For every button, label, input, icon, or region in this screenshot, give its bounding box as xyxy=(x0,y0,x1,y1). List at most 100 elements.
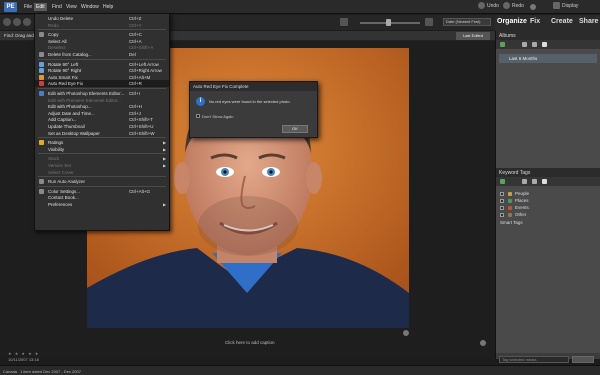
menu-item-label: Set as Desktop Wallpaper xyxy=(48,130,100,136)
menu-separator xyxy=(38,153,166,155)
menu-item-preferences[interactable]: Preferences ▶ xyxy=(35,201,169,208)
status-bar: Canada 1 item dated Dec 2007 - Dec 2007 xyxy=(0,365,600,375)
sort-button[interactable]: Last Edited xyxy=(456,32,490,40)
app-logo-icon[interactable]: PE xyxy=(4,2,17,12)
run-auto-analyzer-icon xyxy=(39,179,44,185)
thumbnail-small-icon[interactable] xyxy=(340,18,348,26)
tab-fix[interactable]: Fix xyxy=(530,18,540,25)
menu-item-shortcut: Ctrl+Shift+A xyxy=(129,45,154,51)
display-icon xyxy=(553,2,560,9)
menu-item-label: Ratings xyxy=(48,140,64,146)
keyword-checkbox[interactable] xyxy=(500,212,504,217)
menu-item-label: Color Settings... xyxy=(48,188,81,194)
status-text: 1 item dated Dec 2007 - Dec 2007 xyxy=(20,369,81,374)
keyword-tags-header[interactable]: Keyword Tags xyxy=(496,168,600,177)
keyword-checkbox[interactable] xyxy=(500,198,504,203)
menu-file[interactable]: File xyxy=(22,3,34,11)
albums-header[interactable]: Albums xyxy=(496,31,600,40)
rotate-90-right-icon xyxy=(39,68,44,74)
delete-album-icon[interactable] xyxy=(532,42,537,47)
menu-item-label: Rotate 90° Left xyxy=(48,61,79,67)
menu-item-visibility[interactable]: Visibility ▶ xyxy=(35,146,169,153)
menu-item-shortcut: Ctrl+Right Arrow xyxy=(129,68,162,74)
tab-create[interactable]: Create xyxy=(551,18,573,25)
tag-icon xyxy=(508,198,512,203)
search-icon[interactable] xyxy=(23,18,31,26)
rating-stars[interactable]: ★ ★ ★ ★ ★ xyxy=(8,351,39,356)
menu-item-auto-red-eye-fix[interactable]: Auto Red Eye Fix Ctrl+R xyxy=(35,80,169,88)
keyword-toolbar xyxy=(496,177,600,186)
menu-find[interactable]: Find xyxy=(50,3,64,11)
tag-options-icon[interactable] xyxy=(542,179,547,184)
tag-input[interactable]: Tag selected media xyxy=(499,356,569,363)
menu-item-label: Auto Smart Fix xyxy=(48,74,78,80)
menu-window[interactable]: Window xyxy=(79,3,101,11)
submenu-arrow-icon: ▶ xyxy=(163,146,167,152)
add-tag-icon[interactable] xyxy=(500,179,505,184)
menu-item-shortcut: Ctrl+J xyxy=(129,110,141,116)
undo-label: Undo xyxy=(487,2,499,9)
tab-organize[interactable]: Organize xyxy=(497,18,527,25)
submenu-arrow-icon: ▶ xyxy=(163,156,167,162)
status-left: Canada xyxy=(3,369,18,374)
camera-icon[interactable] xyxy=(530,4,536,10)
menu-item-label: Deselect xyxy=(48,45,66,51)
menu-item-redo: Redo Ctrl+Y xyxy=(35,22,169,29)
display-button[interactable]: Display xyxy=(553,2,578,9)
undo-button[interactable]: Undo xyxy=(478,2,499,9)
menu-item-delete-from-catalog[interactable]: Delete from Catalog... Del xyxy=(35,51,169,58)
keyword-item-events[interactable]: Events xyxy=(500,205,529,211)
submenu-arrow-icon: ▶ xyxy=(163,202,167,207)
menu-help[interactable]: Help xyxy=(101,3,115,11)
rotate-90-left-icon xyxy=(39,61,44,67)
add-album-icon[interactable] xyxy=(500,42,505,47)
delete-tag-icon[interactable] xyxy=(532,179,537,184)
menu-item-label: Delete from Catalog... xyxy=(48,52,92,57)
menu-separator xyxy=(38,58,166,60)
forward-icon[interactable] xyxy=(13,18,21,26)
menu-item-set-as-desktop-wallpaper[interactable]: Set as Desktop Wallpaper Ctrl+Shift+W xyxy=(35,130,169,137)
edit-with-photoshop-elements-editor-icon xyxy=(39,91,44,96)
ratings-icon xyxy=(39,140,44,146)
menu-item-shortcut: Ctrl+Shift+U xyxy=(129,124,154,129)
slider-knob[interactable] xyxy=(386,19,391,26)
menu-item-label: Undo Delete xyxy=(48,16,74,21)
menu-view[interactable]: View xyxy=(64,3,79,11)
menu-item-shortcut: Ctrl+Y xyxy=(129,22,142,28)
workspace-tabs: Organize Fix Create Share xyxy=(495,15,600,31)
apply-tag-button[interactable] xyxy=(572,356,594,363)
display-label: Display xyxy=(562,2,579,9)
keyword-item-places[interactable]: Places xyxy=(500,198,529,204)
dialog-message: No red eyes were found in the selected p… xyxy=(209,99,291,104)
keyword-item-other[interactable]: Other xyxy=(500,212,526,218)
date-sort-select[interactable]: Date (Newest First) xyxy=(443,18,491,26)
keyword-item-people[interactable]: People xyxy=(500,191,529,197)
album-item[interactable]: Last 6 Months xyxy=(499,54,597,63)
keyword-checkbox[interactable] xyxy=(500,191,504,196)
redo-button[interactable]: Redo xyxy=(503,2,524,9)
rotate-icon[interactable] xyxy=(480,340,486,346)
menu-item-label: Auto Red Eye Fix xyxy=(48,81,84,87)
menu-item-label: Edit with Photoshop... xyxy=(48,104,92,110)
smart-tags-item[interactable]: Smart Tags xyxy=(500,220,523,226)
keyword-checkbox[interactable] xyxy=(500,205,504,210)
menu-edit[interactable]: Edit xyxy=(34,3,47,11)
menu-item-shortcut: Ctrl+Alt+M xyxy=(129,74,151,80)
fullscreen-icon[interactable] xyxy=(403,330,409,336)
ok-button[interactable]: OK xyxy=(282,125,308,133)
submenu-arrow-icon: ▶ xyxy=(163,163,167,168)
album-options-icon[interactable] xyxy=(542,42,547,47)
dialog-title: Auto Red Eye Fix Complete xyxy=(190,82,317,91)
caption-hint[interactable]: Click here to add caption xyxy=(225,340,275,345)
undo-icon xyxy=(478,2,485,9)
delete-from-catalog-icon xyxy=(39,52,44,57)
tab-share[interactable]: Share xyxy=(579,18,598,25)
auto-smart-fix-icon xyxy=(39,74,44,80)
menu-item-run-auto-analyzer[interactable]: Run Auto Analyzer xyxy=(35,178,169,185)
redo-icon xyxy=(503,2,510,9)
back-icon[interactable] xyxy=(3,18,11,26)
thumbnail-large-icon[interactable] xyxy=(425,18,433,26)
edit-tag-icon[interactable] xyxy=(522,179,527,184)
dont-show-checkbox[interactable] xyxy=(196,114,200,118)
edit-album-icon[interactable] xyxy=(522,42,527,47)
